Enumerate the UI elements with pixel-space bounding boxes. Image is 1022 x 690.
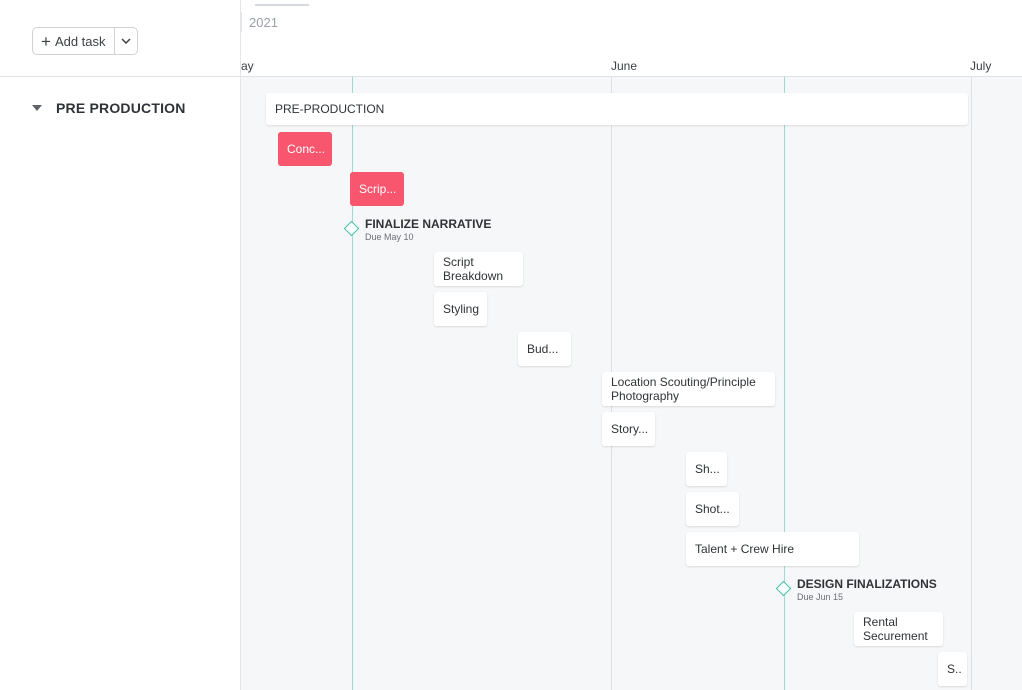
- month-july-label: July: [970, 59, 992, 73]
- task-bar-styling[interactable]: Styling: [434, 292, 487, 326]
- add-task-dropdown-button[interactable]: [115, 28, 137, 54]
- task-bar-talent-crew-hire[interactable]: Talent + Crew Hire: [686, 532, 859, 566]
- add-task-label: Add task: [54, 33, 106, 49]
- milestone-due: Due Jun 15: [797, 592, 844, 602]
- task-bar-rental-securement[interactable]: Rental Securement: [854, 612, 943, 646]
- milestone-title: DESIGN FINALIZATIONS: [797, 577, 937, 591]
- caret-down-icon[interactable]: [32, 105, 42, 111]
- timeline: 2021 ay June July PRE-PRODUCTION Conc...…: [241, 0, 1022, 690]
- task-bar-budget[interactable]: Bud...: [518, 332, 571, 366]
- group-pre-production[interactable]: PRE PRODUCTION: [32, 100, 186, 116]
- task-bar-script-breakdown[interactable]: Script Breakdown: [434, 252, 523, 286]
- task-bar-pre-production[interactable]: PRE-PRODUCTION: [266, 93, 968, 125]
- chevron-down-icon: [121, 37, 131, 44]
- header-divider: [0, 76, 1022, 77]
- task-bar-storyboard[interactable]: Story...: [602, 412, 655, 446]
- milestone-line-may-10: [352, 77, 353, 690]
- task-bar-concept[interactable]: Conc...: [278, 132, 332, 166]
- scroll-indicator[interactable]: [255, 4, 309, 6]
- month-may-label: ay: [241, 59, 254, 73]
- task-bar-s[interactable]: S..: [938, 652, 967, 686]
- task-bar-shot-a[interactable]: Sh...: [686, 452, 727, 486]
- year-divider: [241, 12, 242, 32]
- milestone-due: Due May 10: [365, 232, 414, 242]
- add-task-button[interactable]: + Add task: [33, 28, 115, 54]
- month-gridline-july: [971, 77, 972, 690]
- task-bar-shot-list[interactable]: Shot...: [686, 492, 739, 526]
- task-bar-script[interactable]: Scrip...: [350, 172, 404, 206]
- month-june-label: June: [611, 59, 638, 73]
- group-label: PRE PRODUCTION: [56, 100, 186, 116]
- milestone-title: FINALIZE NARRATIVE: [365, 217, 492, 231]
- task-bar-location-scouting[interactable]: Location Scouting/Principle Photography: [602, 372, 775, 406]
- sidebar: + Add task PRE PRODUCTION: [0, 0, 241, 690]
- plus-icon: +: [41, 31, 51, 51]
- year-label: 2021: [249, 15, 278, 30]
- add-task-control: + Add task: [32, 27, 138, 55]
- milestone-line-jun-15: [784, 77, 785, 690]
